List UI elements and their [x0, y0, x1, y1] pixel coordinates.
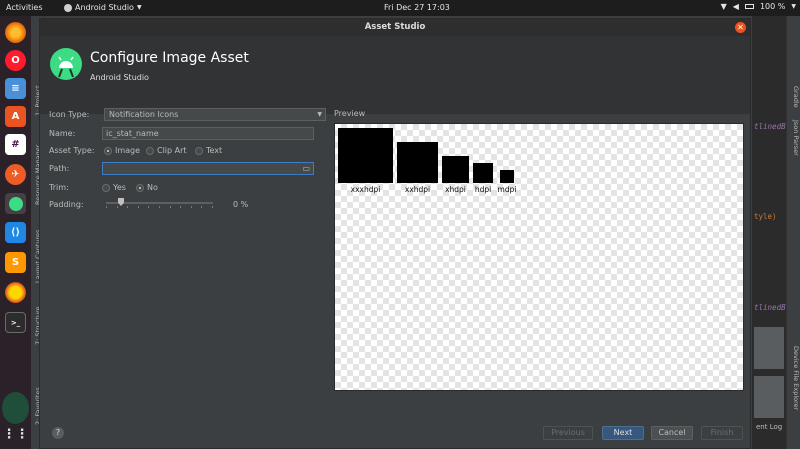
chevron-down-icon: ▼	[317, 111, 322, 118]
preview-icon-xxhdpi	[397, 142, 438, 183]
code-fragment: tyle)	[754, 212, 777, 221]
next-button[interactable]: Next	[602, 426, 644, 440]
code-fragment: tlinedB	[754, 303, 786, 312]
padding-value: 0 %	[233, 200, 249, 209]
asset-type-label: Asset Type:	[49, 146, 95, 155]
padding-label: Padding:	[49, 200, 84, 209]
preview-label: Preview	[334, 109, 366, 118]
asset-type-image-radio[interactable]: Image	[104, 146, 140, 155]
density-label: mdpi	[497, 185, 517, 194]
app-menu[interactable]: Android Studio ▼	[64, 3, 142, 12]
dock: O ≡ A # ✈ ⟨⟩ S >_ ⋮⋮	[0, 16, 31, 449]
tab-json-parser[interactable]: Json Parser	[788, 120, 800, 156]
help-button[interactable]: ?	[52, 427, 64, 439]
vscode-icon[interactable]: ⟨⟩	[5, 222, 26, 243]
sublime-text-icon[interactable]: S	[5, 252, 26, 273]
right-tool-window-bar: Gradle Json Parser Device File Explorer	[786, 16, 800, 449]
clock[interactable]: Fri Dec 27 17:03	[384, 3, 450, 12]
slack-icon[interactable]: #	[5, 134, 26, 155]
chevron-down-icon: ▼	[791, 3, 796, 10]
yellow-ball-icon[interactable]	[5, 282, 26, 303]
density-label: xhdpi	[445, 185, 466, 194]
android-icon	[8, 196, 23, 211]
radio-label: No	[147, 183, 158, 192]
postman-icon[interactable]: ✈	[5, 164, 26, 185]
asset-studio-dialog: Asset Studio ✕ Configure Image Asset And…	[39, 18, 751, 449]
icon-type-label: Icon Type:	[49, 110, 90, 119]
dialog-titlebar[interactable]: Asset Studio ✕	[40, 19, 750, 36]
event-log-label[interactable]: ent Log	[756, 423, 782, 431]
chevron-down-icon: ▼	[136, 4, 142, 11]
radio-selected-icon	[136, 183, 144, 192]
code-fragment: tlinedB	[754, 122, 786, 131]
wizard-header: Configure Image Asset Android Studio	[40, 36, 750, 114]
battery-icon	[744, 4, 754, 9]
path-label: Path:	[49, 164, 70, 173]
preview-icon-xxxhdpi	[338, 128, 393, 183]
icon-type-select[interactable]: Notification Icons ▼	[104, 108, 326, 121]
trim-no-radio[interactable]: No	[136, 183, 158, 192]
page-subtitle: Android Studio	[90, 73, 149, 82]
name-label: Name:	[49, 129, 76, 138]
green-blob-icon	[2, 392, 29, 424]
trim-yes-radio[interactable]: Yes	[102, 183, 126, 192]
folder-icon[interactable]: ▭	[302, 163, 310, 174]
android-studio-icon[interactable]	[5, 193, 26, 214]
preview-icon-mdpi	[500, 170, 514, 183]
density-label: hdpi	[474, 185, 492, 194]
padding-slider-thumb[interactable]	[118, 198, 124, 206]
padding-slider-ticks	[106, 206, 213, 209]
radio-selected-icon	[104, 146, 112, 155]
radio-unselected-icon	[195, 146, 203, 155]
radio-unselected-icon	[102, 183, 110, 192]
finish-button[interactable]: Finish	[701, 426, 743, 440]
preview-panel	[754, 376, 784, 418]
close-icon: ✕	[737, 23, 744, 32]
volume-icon: ◀	[732, 2, 739, 11]
apps-grid-icon[interactable]: ⋮⋮	[3, 424, 29, 445]
icon-type-value: Notification Icons	[109, 110, 179, 119]
preview-panel	[754, 327, 784, 369]
name-value: ic_stat_name	[106, 129, 159, 138]
text-editor-icon[interactable]: ≡	[5, 78, 26, 99]
android-head-icon	[58, 56, 74, 78]
tab-gradle[interactable]: Gradle	[788, 86, 800, 108]
activities-button[interactable]: Activities	[6, 3, 43, 12]
firefox-icon[interactable]	[5, 22, 26, 43]
name-field[interactable]: ic_stat_name	[102, 127, 314, 140]
android-studio-logo-icon	[50, 48, 82, 80]
radio-label: Clip Art	[157, 146, 187, 155]
app-menu-label: Android Studio	[75, 3, 134, 12]
wifi-icon: ▼	[720, 2, 727, 11]
radio-unselected-icon	[146, 146, 154, 155]
previous-button[interactable]: Previous	[543, 426, 593, 440]
preview-icon-hdpi	[473, 163, 493, 183]
android-studio-small-icon	[64, 3, 72, 12]
radio-label: Yes	[113, 183, 126, 192]
density-label: xxhdpi	[404, 185, 431, 194]
preview-canvas: xxxhdpi xxhdpi xhdpi hdpi mdpi	[334, 123, 744, 391]
dialog-title: Asset Studio	[364, 22, 426, 32]
asset-type-text-radio[interactable]: Text	[195, 146, 222, 155]
cancel-button[interactable]: Cancel	[651, 426, 693, 440]
battery-percent: 100 %	[759, 2, 786, 11]
asset-type-clipart-radio[interactable]: Clip Art	[146, 146, 187, 155]
opera-icon[interactable]: O	[5, 50, 26, 71]
system-top-bar: Activities Android Studio ▼ Fri Dec 27 1…	[0, 0, 800, 16]
close-button[interactable]: ✕	[735, 22, 746, 33]
tab-device-file-explorer[interactable]: Device File Explorer	[788, 346, 800, 410]
software-center-icon[interactable]: A	[5, 106, 26, 127]
radio-label: Text	[206, 146, 223, 155]
system-tray[interactable]: ▼ ◀ 100 % ▼	[721, 2, 796, 11]
radio-label: Image	[115, 146, 141, 155]
preview-icon-xhdpi	[442, 156, 469, 183]
page-title: Configure Image Asset	[90, 50, 249, 66]
trim-label: Trim:	[49, 183, 69, 192]
density-label: xxxhdpi	[350, 185, 381, 194]
terminal-icon[interactable]: >_	[5, 312, 26, 333]
path-field[interactable]: ▭	[102, 162, 314, 175]
